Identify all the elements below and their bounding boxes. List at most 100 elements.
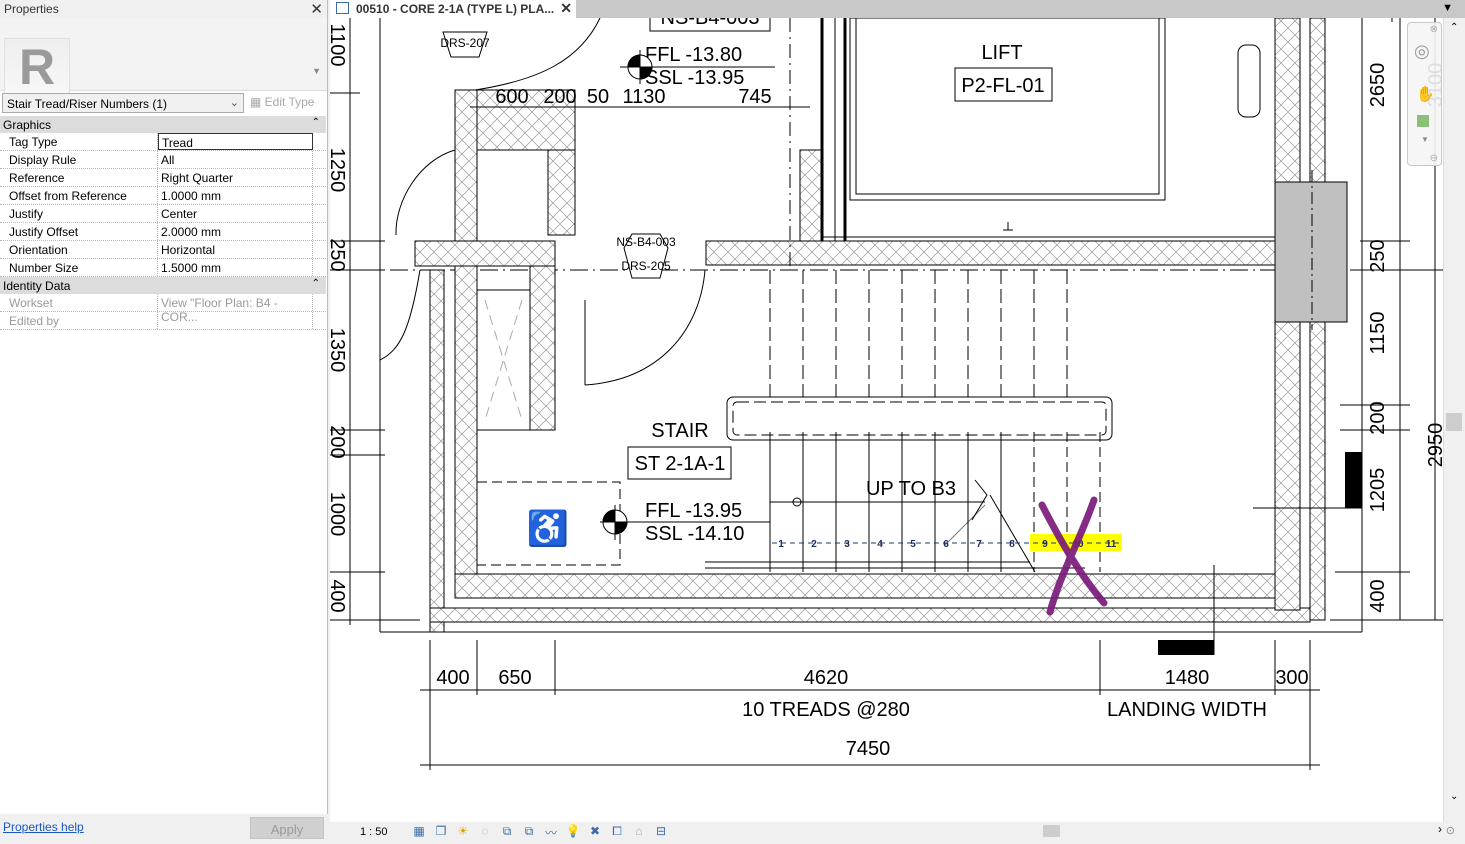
property-row-orientation[interactable]: Orientation Horizontal [0,241,326,259]
edit-type-button[interactable]: ▦ Edit Type [250,95,314,109]
highlight-displacement-icon[interactable]: ⧠ [608,824,626,841]
dimension-text[interactable]: 300 [1275,667,1308,689]
property-value [158,312,313,329]
minimize-icon[interactable]: ⊖ [1430,153,1438,164]
lock-view-icon[interactable]: ⊟ [652,824,670,841]
vertical-scrollbar[interactable]: ⌃ ⌄ [1443,18,1465,824]
type-selector-dropdown[interactable]: Stair Tread/Riser Numbers (1) ⌄ [2,93,244,113]
dimension-text[interactable]: 1150 [1367,311,1389,354]
close-tab-icon[interactable]: ✕ [560,0,572,17]
dropdown-arrow-icon[interactable]: ▼ [312,66,321,76]
dimension-text[interactable]: 1100 [330,23,348,66]
tread-number[interactable]: 6 [943,539,949,550]
drawing-canvas[interactable]: 1 2 3 4 5 6 7 8 9 10 11 LIFT P2-FL-01 STAIR ST 2-1… [330,18,1443,822]
tread-number[interactable]: 4 [877,539,883,550]
dimension-text[interactable]: 50 [587,86,609,108]
property-value[interactable]: 2.0000 mm [158,223,313,240]
dimension-text[interactable]: 2650 [1367,63,1389,108]
chevron-down-icon[interactable]: ▼ [1421,135,1429,144]
stair-tag[interactable]: ST 2-1A-1 [635,453,726,475]
sun-path-icon[interactable]: ☀ [454,824,472,841]
lift-tag[interactable]: P2-FL-01 [961,75,1044,97]
apply-button[interactable]: Apply [250,817,324,839]
property-value-input[interactable]: Tread [158,133,313,150]
property-value[interactable]: Right Quarter [158,169,313,186]
dimension-text[interactable]: 400 [1367,579,1389,612]
analytical-model-icon[interactable]: ✖ [586,824,604,841]
group-identity-data[interactable]: Identity Data ⌃ [0,277,326,294]
scroll-thumb[interactable] [1446,413,1462,431]
tread-number[interactable]: 5 [910,539,916,550]
scroll-up-icon[interactable]: ⌃ [1450,22,1458,33]
property-row-reference[interactable]: Reference Right Quarter [0,169,326,187]
property-value[interactable]: 1.0000 mm [158,187,313,204]
property-value[interactable]: 1.5000 mm [158,259,313,276]
dimension-text[interactable]: 1205 [1367,468,1389,513]
dimension-text[interactable]: 1250 [330,148,348,193]
door-tag-bottom[interactable]: DRS-205 [621,259,671,273]
constraints-icon[interactable]: ⌂ [630,824,648,841]
tread-number[interactable]: 8 [1009,539,1015,550]
property-row-tag-type[interactable]: Tag Type Tread [0,133,326,151]
property-value[interactable]: Horizontal [158,241,313,258]
crop-view-icon[interactable]: ⧉ [498,824,516,841]
tread-number[interactable]: 9 [1042,539,1048,550]
pan-icon[interactable]: ✋ [1416,85,1435,103]
dimension-text[interactable]: 400 [436,667,469,689]
collapse-icon[interactable]: ⌃ [312,117,320,128]
dimension-text[interactable]: 7450 [846,738,891,760]
room-tag[interactable]: NS-B4-003 [661,18,760,29]
scroll-down-icon[interactable]: ⌄ [1450,791,1458,802]
view-tab[interactable]: 00510 - CORE 2-1A (TYPE L) PLA... ✕ [330,0,576,18]
dimension-text[interactable]: 1350 [330,328,348,373]
tread-number[interactable]: 11 [1106,539,1117,550]
zoom-region-icon[interactable] [1417,115,1429,127]
steering-wheel-icon[interactable]: ◎ [1414,41,1430,62]
group-graphics[interactable]: Graphics ⌃ [0,116,326,133]
dimension-text[interactable]: 2950 [1425,423,1443,468]
close-navbar-icon[interactable]: ⊗ [1430,24,1438,35]
dimension-text[interactable]: 1480 [1165,667,1210,689]
properties-help-link[interactable]: Properties help [3,820,84,834]
door-tag-top[interactable]: NS-B4-003 [616,235,676,249]
dimension-text[interactable]: 200 [1367,401,1389,434]
tab-menu-icon[interactable]: ▼ [1442,2,1453,14]
tread-number[interactable]: 2 [811,539,817,550]
type-preview[interactable]: R ▼ [0,18,327,96]
property-value[interactable]: Center [158,205,313,222]
dimension-text[interactable]: 4620 [804,667,849,689]
dimension-text[interactable]: 650 [498,667,531,689]
property-row-number-size[interactable]: Number Size 1.5000 mm [0,259,326,277]
scale-button[interactable]: 1 : 50 [360,826,388,838]
close-icon[interactable]: ✕ [310,0,323,18]
property-row-justify[interactable]: Justify Center [0,205,326,223]
door-tag-bottom[interactable]: DRS-207 [440,36,490,50]
reveal-hidden-icon[interactable]: 💡 [564,824,582,841]
dimension-text[interactable]: 200 [330,425,348,458]
tread-number[interactable]: 1 [778,539,784,550]
dimension-text[interactable]: 1130 [622,86,665,108]
collapse-icon[interactable]: ⌃ [312,278,320,289]
resize-icon[interactable]: ⊙ [1446,824,1455,837]
dimension-text[interactable]: 600 [495,86,528,108]
scroll-thumb[interactable] [1043,825,1060,837]
tread-number[interactable]: 3 [844,539,850,550]
dimension-text[interactable]: 200 [543,86,576,108]
property-row-display-rule[interactable]: Display Rule All [0,151,326,169]
visual-style-icon[interactable]: ❒ [432,824,450,841]
dimension-text[interactable]: 1000 [330,492,348,537]
show-crop-icon[interactable]: ⧉ [520,824,538,841]
shadows-icon[interactable]: ◌ [476,824,494,841]
dimension-text[interactable]: 250 [330,238,348,271]
scroll-right-icon[interactable]: › [1438,822,1442,836]
dimension-text[interactable]: 250 [1367,239,1389,272]
property-value[interactable]: All [158,151,313,168]
dimension-text[interactable]: 745 [738,86,771,108]
temporary-hide-icon[interactable]: 〰 [542,824,560,841]
property-row-offset[interactable]: Offset from Reference 1.0000 mm [0,187,326,205]
tread-number[interactable]: 7 [976,539,982,550]
property-row-justify-offset[interactable]: Justify Offset 2.0000 mm [0,223,326,241]
dimension-text[interactable]: 400 [330,579,348,612]
horizontal-scrollbar[interactable]: › [672,822,1442,838]
detail-level-icon[interactable]: ▦ [410,824,428,841]
